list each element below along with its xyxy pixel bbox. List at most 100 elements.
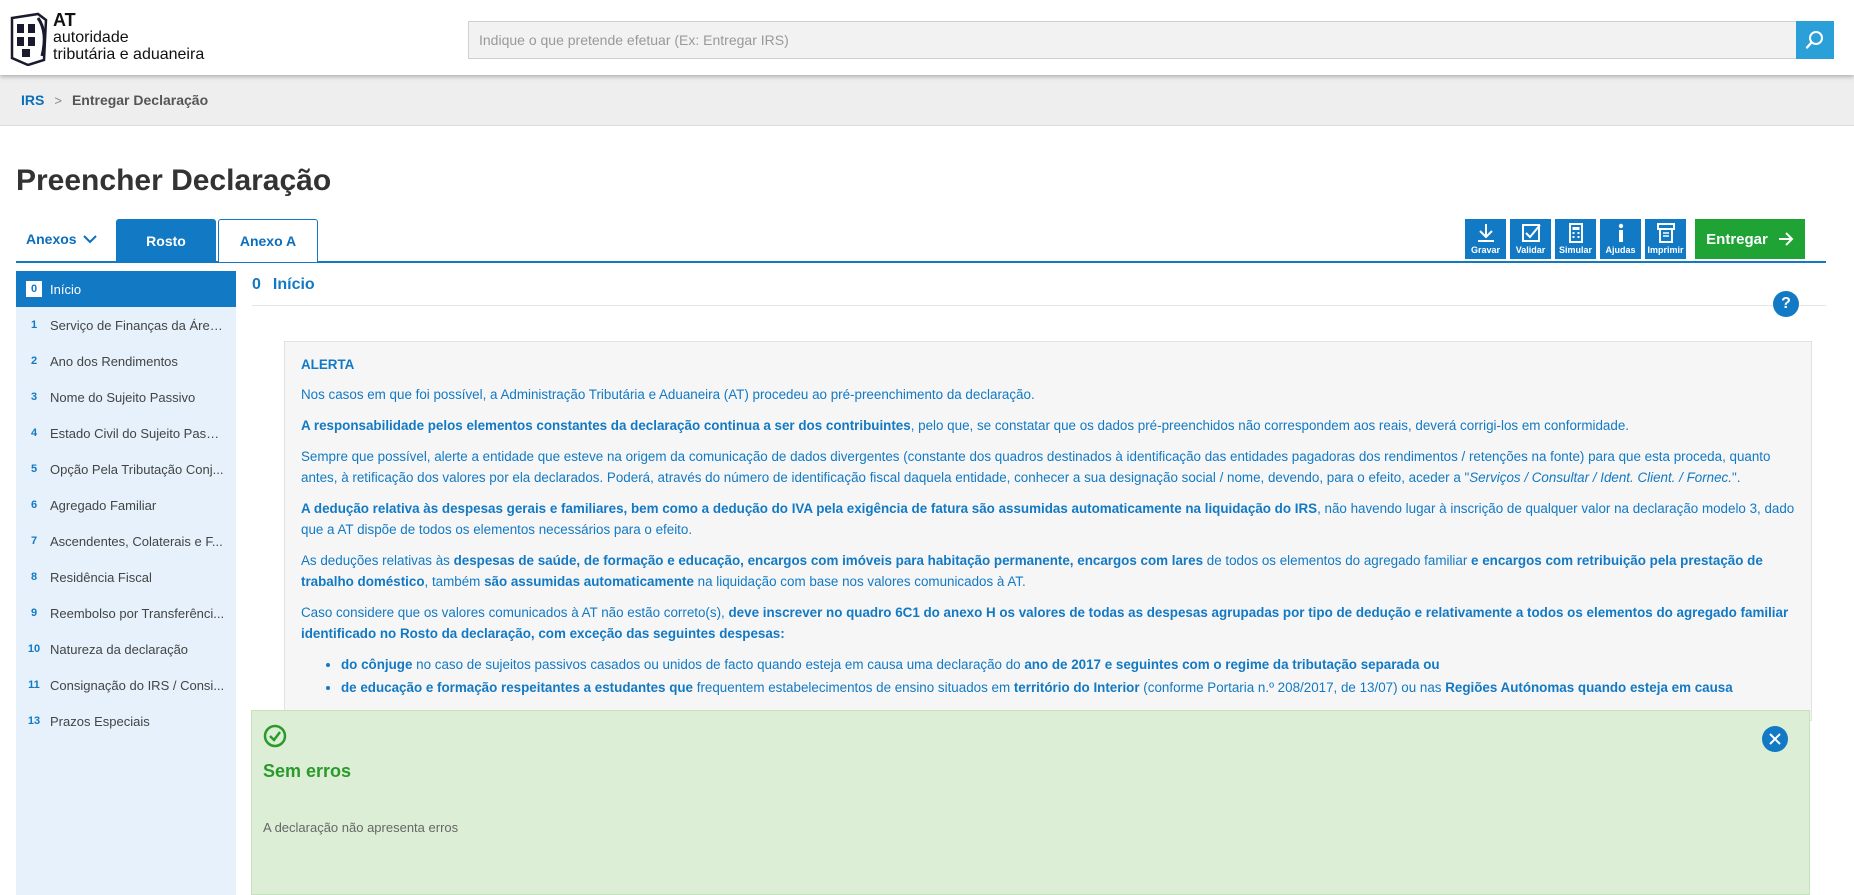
breadcrumb-irs-link[interactable]: IRS [21,92,44,108]
search-input[interactable] [469,22,1797,58]
save-label: Gravar [1470,245,1501,255]
print-label: Imprimir [1647,245,1684,255]
sidebar-item-reembolso[interactable]: 9 Reembolso por Transferênci... [16,595,236,631]
alert-text: no caso de sujeitos passivos casados ou … [412,657,1025,672]
breadcrumb: IRS > Entregar Declaração [21,92,208,108]
coat-of-arms-icon [10,12,48,66]
sidebar-item-number: 11 [28,679,40,691]
alert-bold-text: A responsabilidade pelos elementos const… [301,418,911,433]
alert-title: ALERTA [301,357,355,372]
tab-rosto[interactable]: Rosto [116,219,216,263]
validation-result-panel: Sem erros A declaração não apresenta err… [251,710,1810,895]
section-number: 0 [252,276,261,293]
sidebar-item-consignacao[interactable]: 11 Consignação do IRS / Consi... [16,667,236,703]
breadcrumb-current: Entregar Declaração [71,92,209,108]
sidebar-item-number: 2 [30,355,38,367]
sidebar-item-number: 7 [30,535,38,547]
simulate-label: Simular [1558,245,1592,255]
sidebar-item-ascendentes[interactable]: 7 Ascendentes, Colaterais e F... [16,523,236,559]
at-logo[interactable]: AT autoridade tributária e aduaneira [8,10,218,68]
section-title: Início [272,276,315,293]
alert-text: (conforme Portaria n.º 208/2017, de 13/0… [1139,680,1446,695]
section-sidebar: 0 Início 1 Serviço de Finanças da Área... … [16,271,236,895]
alert-bold-text: território do Interior [1013,680,1140,695]
sidebar-item-number: 8 [30,571,38,583]
sidebar-item-label: Início [50,281,82,297]
sidebar-item-label: Natureza da declaração [50,641,189,657]
check-circle-icon [263,724,287,748]
sidebar-item-agregado-familiar[interactable]: 6 Agregado Familiar [16,487,236,523]
submit-label: Entregar [1706,230,1768,248]
alert-text: de todos os elementos do agregado famili… [1203,553,1472,568]
brand-text: AT autoridade tributária e aduaneira [53,10,205,63]
sidebar-item-prazos-especiais[interactable]: 13 Prazos Especiais [16,703,236,739]
list-item: de educação e formação respeitantes a es… [341,677,1795,698]
sidebar-item-label: Opção Pela Tributação Conj... [50,461,224,477]
sidebar-item-label: Prazos Especiais [50,713,150,729]
sidebar-item-number: 6 [30,499,38,511]
sidebar-item-number: 3 [30,391,38,403]
alert-paragraph: Caso considere que os valores comunicado… [301,602,1795,644]
sidebar-item-label: Estado Civil do Sujeito Passi... [50,425,225,441]
tab-anexo-a[interactable]: Anexo A [218,219,318,262]
search-button[interactable] [1796,21,1834,59]
toolbar: Gravar Validar Simular Ajudas Imprimir [1465,219,1686,259]
save-button[interactable]: Gravar [1465,219,1506,259]
alert-text: frequentem estabelecimentos de ensino si… [693,680,1014,695]
sidebar-item-number: 9 [30,607,38,619]
alert-text: , pelo que, se constatar que os dados pr… [910,418,1629,433]
alert-bold-text: Regiões Autónomas quando esteja em causa [1445,680,1733,695]
sidebar-item-number: 13 [27,715,41,727]
sidebar-item-opcao-tributacao[interactable]: 5 Opção Pela Tributação Conj... [16,451,236,487]
printer-icon [1656,223,1675,243]
section-divider [252,305,1826,306]
validate-label: Validar [1515,245,1546,255]
alert-text: As deduções relativas às [301,553,454,568]
result-title: Sem erros [263,761,352,781]
simulate-button[interactable]: Simular [1555,219,1596,259]
alert-bold-text: A dedução relativa às despesas gerais e … [301,501,1318,516]
sidebar-item-number: 4 [30,427,38,439]
sidebar-item-label: Serviço de Finanças da Área... [50,317,225,333]
anexos-dropdown[interactable]: Anexos [26,231,97,247]
sidebar-item-residencia-fiscal[interactable]: 8 Residência Fiscal [16,559,236,595]
brand-line-1: autoridade [53,29,129,46]
sidebar-item-number: 1 [30,319,38,331]
sidebar-item-inicio[interactable]: 0 Início [16,271,236,307]
list-item: do cônjuge no caso de sujeitos passivos … [341,654,1795,675]
alert-paragraph: A dedução relativa às despesas gerais e … [301,498,1795,540]
alert-text: Caso considere que os valores comunicado… [301,605,729,620]
validate-button[interactable]: Validar [1510,219,1551,259]
alert-bold-text: despesas de saúde, de formação e educaçã… [453,553,1204,568]
print-button[interactable]: Imprimir [1645,219,1686,259]
sidebar-item-natureza[interactable]: 10 Natureza da declaração [16,631,236,667]
sidebar-item-nome-sujeito[interactable]: 3 Nome do Sujeito Passivo [16,379,236,415]
page-title: Preencher Declaração [16,164,332,197]
search-bar [468,21,1834,59]
sidebar-item-label: Agregado Familiar [50,497,157,513]
calculator-icon [1568,223,1583,243]
sidebar-item-servico-financas[interactable]: 1 Serviço de Finanças da Área... [16,307,236,343]
sidebar-item-label: Residência Fiscal [50,569,152,585]
alert-box: ALERTA Nos casos em que foi possível, a … [284,341,1812,721]
sidebar-item-label: Reembolso por Transferênci... [50,605,225,621]
alert-italic-text: Serviços / Consultar / Ident. Client. / … [1469,470,1732,485]
alert-list: do cônjuge no caso de sujeitos passivos … [301,654,1795,698]
breadcrumb-separator: > [54,92,62,108]
help-button[interactable]: Ajudas [1600,219,1641,259]
alert-bold-text: são assumidas automaticamente [484,574,694,589]
sidebar-item-estado-civil[interactable]: 4 Estado Civil do Sujeito Passi... [16,415,236,451]
brand-line-2: tributária e aduaneira [53,46,205,63]
brand-short: AT [53,10,76,30]
sidebar-item-ano-rendimentos[interactable]: 2 Ano dos Rendimentos [16,343,236,379]
alert-paragraph: A responsabilidade pelos elementos const… [301,415,1795,436]
arrow-right-icon [1778,232,1794,246]
alert-paragraph: Sempre que possível, alerte a entidade q… [301,446,1795,488]
submit-button[interactable]: Entregar [1695,219,1805,259]
search-icon [1805,31,1823,49]
checkbox-icon [1521,224,1541,242]
help-icon[interactable]: ? [1773,291,1799,317]
breadcrumb-bar: IRS > Entregar Declaração [0,75,1854,126]
close-button[interactable] [1762,726,1788,752]
alert-text: , também [424,574,485,589]
